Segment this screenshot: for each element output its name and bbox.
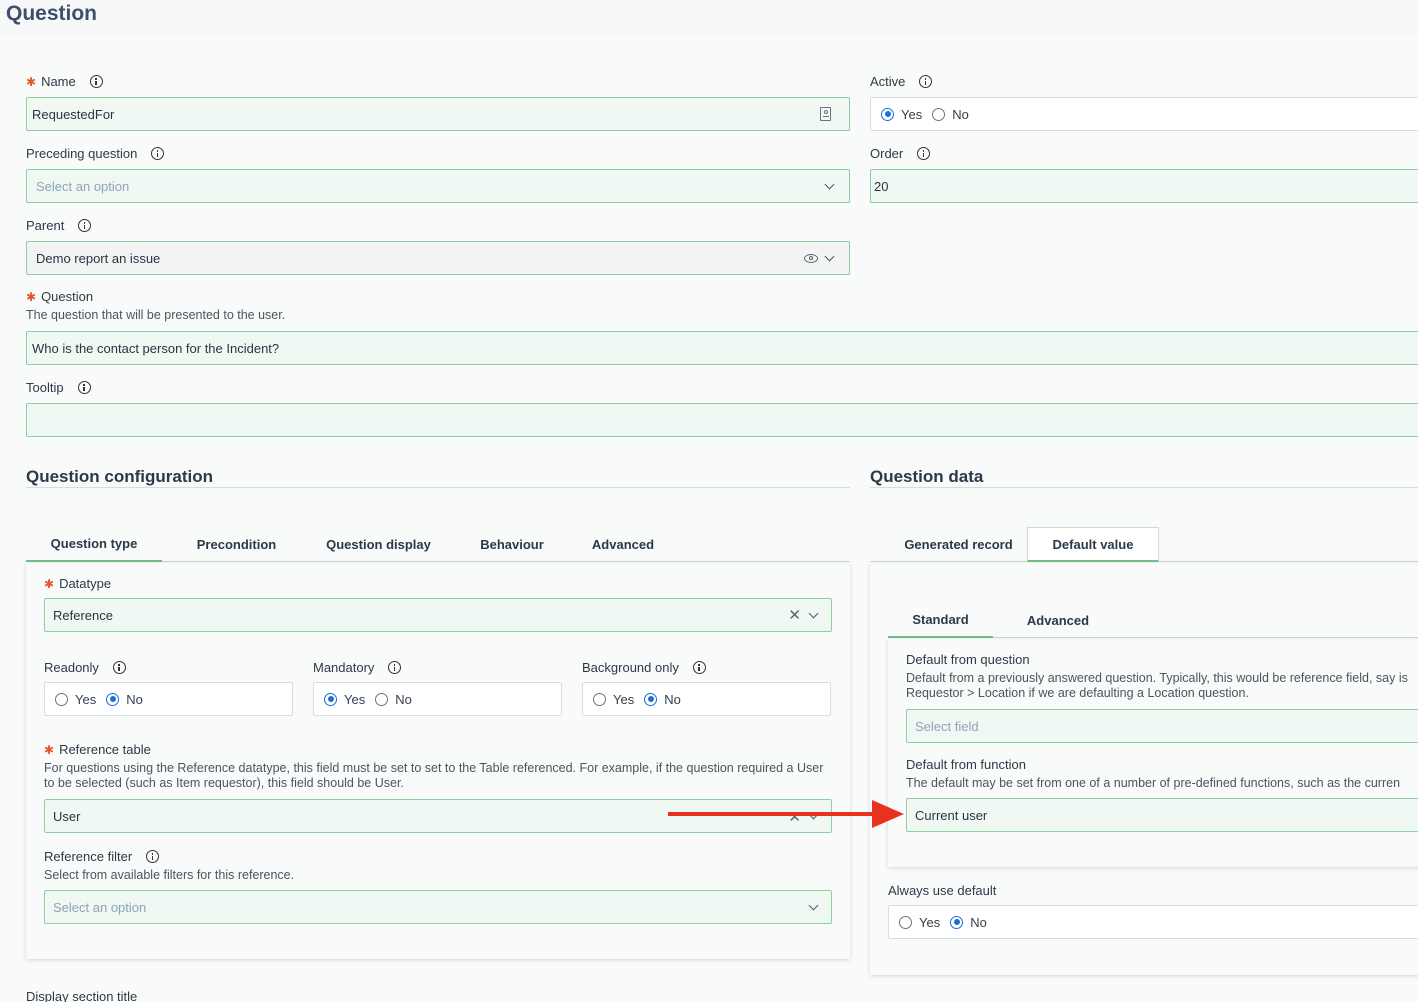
question-label: ✱ Question: [26, 289, 94, 304]
tooltip-input[interactable]: [26, 403, 1418, 437]
info-icon[interactable]: [77, 381, 91, 394]
parent-label: Parent: [26, 218, 92, 233]
tab-question-type[interactable]: Question type: [26, 526, 162, 562]
page-title: Question: [6, 2, 98, 25]
mandatory-yes-option[interactable]: Yes: [324, 692, 365, 707]
datatype-select[interactable]: Reference ✕: [44, 598, 832, 632]
name-input[interactable]: RequestedFor: [26, 97, 850, 131]
info-icon[interactable]: [388, 661, 402, 674]
reference-filter-select[interactable]: Select an option: [44, 890, 832, 924]
display-section-title-label: Display section title: [26, 989, 138, 1002]
mandatory-label: Mandatory: [313, 660, 402, 675]
radio-selected[interactable]: [644, 692, 658, 706]
reference-table-description: For questions using the Reference dataty…: [44, 761, 824, 790]
background-only-no-option[interactable]: No: [644, 692, 681, 707]
info-icon[interactable]: [151, 147, 165, 160]
reference-table-label: ✱ Reference table: [44, 742, 151, 757]
required-icon: ✱: [44, 742, 55, 757]
radio[interactable]: [899, 915, 912, 929]
readonly-yes-option[interactable]: Yes: [55, 692, 96, 707]
active-no-option[interactable]: No: [932, 107, 969, 122]
radio[interactable]: [932, 107, 946, 121]
preceding-question-label: Preceding question: [26, 146, 165, 161]
reference-filter-description: Select from available filters for this r…: [44, 868, 295, 882]
annotation-arrow: [668, 800, 904, 828]
radio-selected[interactable]: [881, 107, 894, 121]
radio[interactable]: [593, 692, 606, 706]
chevron-down-icon[interactable]: [824, 179, 835, 190]
datatype-label: ✱ Datatype: [44, 576, 112, 591]
default-from-question-select[interactable]: Select field: [906, 709, 1418, 743]
default-from-function-description: The default may be set from one of a num…: [906, 776, 1401, 790]
radio-selected[interactable]: [106, 692, 120, 706]
order-label: Order: [870, 146, 931, 161]
mandatory-no-option[interactable]: No: [375, 692, 412, 707]
default-from-question-description: Default from a previously answered quest…: [906, 671, 1408, 700]
active-yes-option[interactable]: Yes: [881, 107, 922, 122]
mandatory-radio-group: Yes No: [313, 682, 562, 716]
question-configuration-title: Question configuration: [26, 467, 213, 486]
active-label: Active: [870, 74, 933, 89]
background-only-radio-group: Yes No: [582, 682, 831, 716]
preceding-question-select[interactable]: Select an option: [26, 169, 850, 203]
info-icon[interactable]: [146, 850, 160, 863]
always-use-default-label: Always use default: [888, 883, 997, 898]
chevron-down-icon[interactable]: [824, 251, 835, 262]
info-icon[interactable]: [692, 661, 706, 674]
question-data-title: Question data: [870, 467, 984, 486]
info-icon[interactable]: [112, 661, 126, 674]
default-from-function-select[interactable]: Current user: [906, 798, 1418, 832]
subtab-standard[interactable]: Standard: [888, 602, 993, 638]
data-tabs: Generated record Default value: [870, 526, 1418, 562]
required-icon: ✱: [26, 289, 37, 304]
config-tabs: Question type Precondition Question disp…: [26, 526, 850, 562]
tab-generated-record[interactable]: Generated record: [890, 526, 1027, 562]
radio-selected[interactable]: [324, 692, 337, 706]
reference-filter-label: Reference filter: [44, 849, 160, 864]
subtab-advanced[interactable]: Advanced: [1008, 602, 1108, 638]
required-icon: ✱: [26, 74, 37, 89]
info-icon[interactable]: [917, 147, 931, 160]
parent-select[interactable]: Demo report an issue: [26, 241, 850, 275]
info-icon[interactable]: [919, 75, 933, 88]
readonly-no-option[interactable]: No: [106, 692, 143, 707]
always-use-default-radio-group: Yes No: [888, 905, 1418, 939]
tab-advanced[interactable]: Advanced: [578, 526, 668, 562]
contact-card-icon[interactable]: [820, 107, 831, 121]
always-use-default-no-option[interactable]: No: [950, 915, 987, 930]
default-from-question-label: Default from question: [906, 652, 1030, 667]
default-value-subtabs: Standard Advanced: [888, 602, 1418, 638]
chevron-down-icon[interactable]: [808, 608, 819, 619]
background-only-label: Background only: [582, 660, 706, 675]
name-label: ✱ Name: [26, 74, 103, 89]
tab-behaviour[interactable]: Behaviour: [458, 526, 566, 562]
active-radio-group: Yes No: [870, 97, 1418, 131]
readonly-label: Readonly: [44, 660, 126, 675]
order-input[interactable]: 20: [870, 169, 1418, 203]
eye-icon[interactable]: [804, 254, 818, 263]
default-from-function-label: Default from function: [906, 757, 1026, 772]
tab-default-value[interactable]: Default value: [1027, 527, 1159, 562]
radio-selected[interactable]: [950, 915, 964, 929]
radio[interactable]: [375, 692, 389, 706]
question-input[interactable]: Who is the contact person for the Incide…: [26, 331, 1418, 365]
arrow-head: [872, 800, 904, 828]
info-icon[interactable]: [78, 219, 92, 232]
divider: [26, 487, 850, 488]
always-use-default-yes-option[interactable]: Yes: [899, 915, 940, 930]
question-description: The question that will be presented to t…: [26, 308, 286, 322]
tooltip-label: Tooltip: [26, 380, 91, 395]
tab-precondition[interactable]: Precondition: [174, 526, 299, 562]
readonly-radio-group: Yes No: [44, 682, 293, 716]
radio[interactable]: [55, 692, 68, 706]
required-icon: ✱: [44, 576, 55, 591]
info-icon[interactable]: [89, 75, 103, 88]
background-only-yes-option[interactable]: Yes: [593, 692, 634, 707]
divider: [870, 487, 1418, 488]
chevron-down-icon[interactable]: [808, 900, 819, 911]
clear-icon[interactable]: ✕: [788, 606, 801, 624]
tab-question-display[interactable]: Question display: [311, 526, 446, 562]
